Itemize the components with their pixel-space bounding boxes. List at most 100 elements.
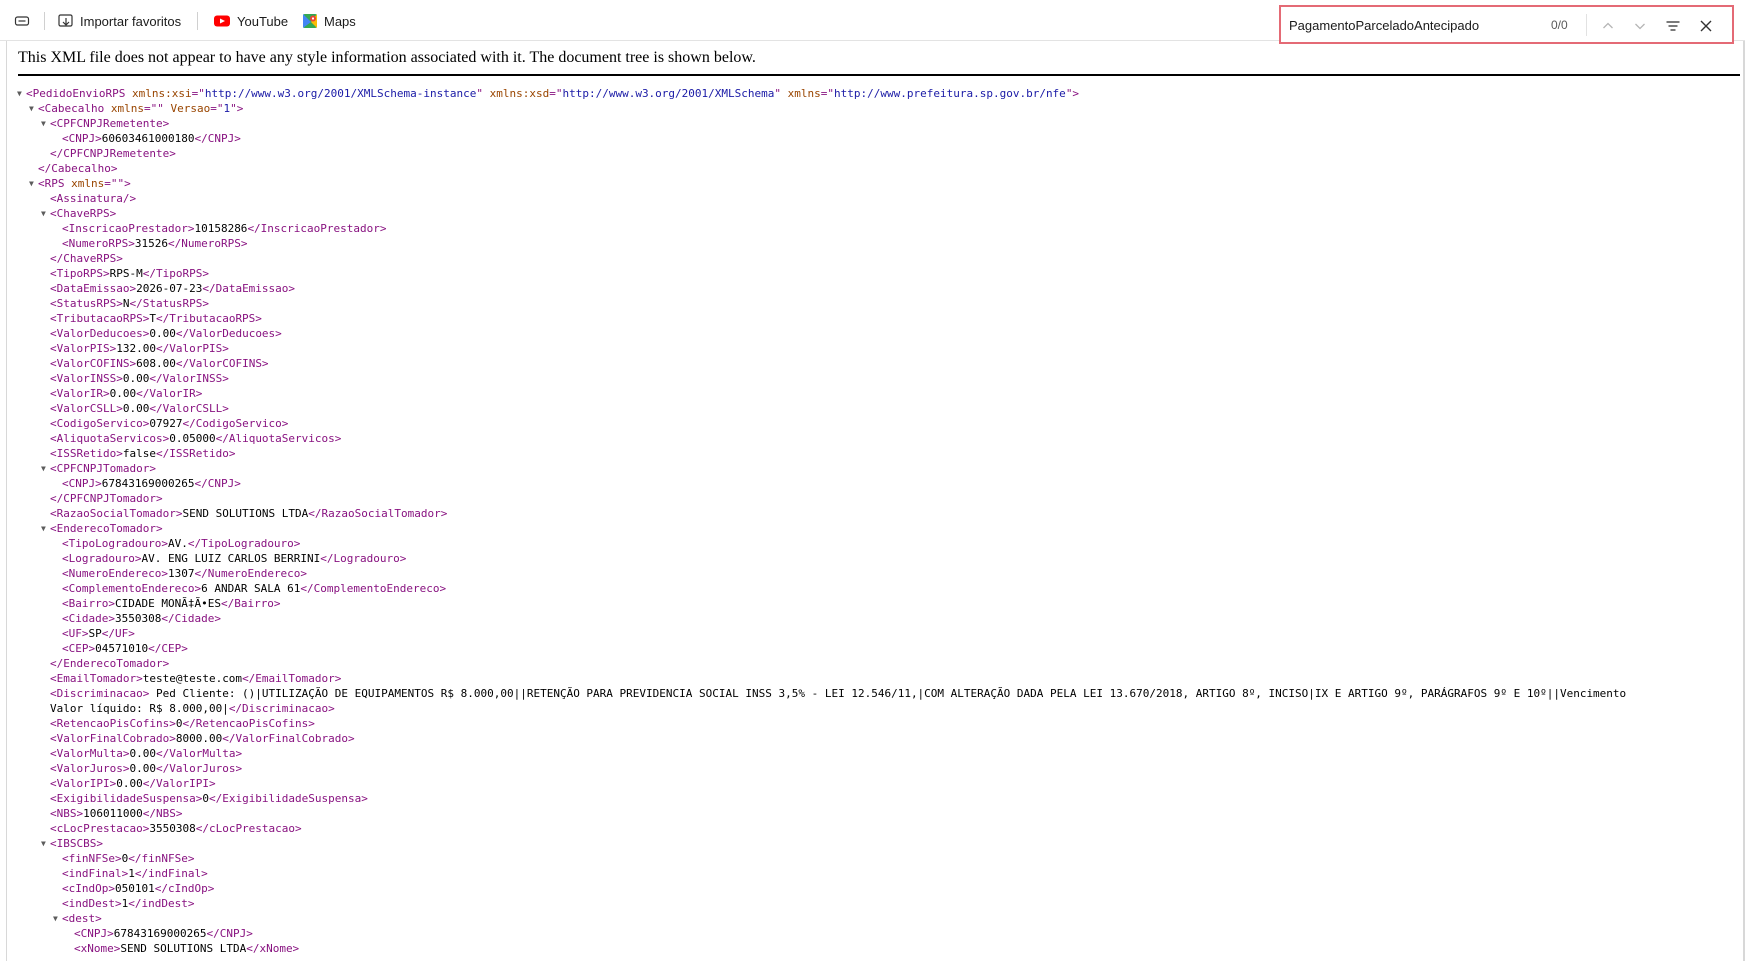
xml-line: <cIndOp>050101</cIndOp> [18,881,1743,896]
xml-tag: " [476,87,490,100]
tab-actions-button[interactable] [14,10,36,32]
xml-text: 0.05000 [169,432,216,445]
xml-tag: </CPFCNPJTomador> [50,492,163,505]
xml-text: CIDADE MONÃ‡Ã•ES [114,597,221,610]
xml-line: <ValorINSS>0.00</ValorINSS> [18,371,1743,386]
xml-tag: <PedidoEnvioRPS [26,87,132,100]
xml-line-content: <TributacaoRPS>T</TributacaoRPS> [50,311,262,326]
collapse-toggle-icon[interactable]: ▼ [41,116,50,131]
xml-tag: </StatusRPS> [129,297,209,310]
xml-viewer: This XML file does not appear to have an… [0,41,1745,961]
xml-tag: </indFinal> [134,867,208,880]
xml-line-content: <UF>SP</UF> [62,626,135,641]
xml-tree: ▼ <PedidoEnvioRPS xmlns:xsi="http://www.w… [17,86,1743,956]
xml-line: <TipoRPS>RPS-M</TipoRPS> [18,266,1743,281]
xml-line-content: <EmailTomador>teste@teste.com</EmailToma… [50,671,341,686]
xml-line-content: <CNPJ>60603461000180</CNPJ> [62,131,241,146]
import-favorites-link[interactable]: Importar favoritos [57,10,181,32]
xml-line: <Logradouro>AV. ENG LUIZ CARLOS BERRINI<… [18,551,1743,566]
xml-line-content: <dest> [62,911,102,926]
xml-line-content: <ValorJuros>0.00</ValorJuros> [50,761,242,776]
xml-attr-value: http://www.w3.org/2001/XMLSchema-instanc… [204,87,477,100]
xml-line: <ExigibilidadeSuspensa>0</ExigibilidadeS… [18,791,1743,806]
xml-tag: <InscricaoPrestador> [62,222,195,235]
xml-line-content: <PedidoEnvioRPS xmlns:xsi="http://www.w3… [26,86,1079,101]
xml-text: T [149,312,156,325]
xml-tag: <ComplementoEndereco> [62,582,202,595]
xml-tag: <CNPJ> [62,132,102,145]
xml-tag: <Logradouro> [62,552,142,565]
xml-tag: </Cabecalho> [38,162,118,175]
xml-line-content: <CNPJ>67843169000265</CNPJ> [62,476,241,491]
xml-tag: </CPFCNPJRemetente> [50,147,176,160]
chevron-up-icon [1603,22,1613,29]
xml-tag: <NumeroEndereco> [62,567,168,580]
collapse-toggle-icon[interactable]: ▼ [17,86,26,101]
xml-text: 050101 [114,882,155,895]
xml-tag: <Cidade> [62,612,115,625]
xml-text: teste@teste.com [142,672,243,685]
xml-text: AV. ENG LUIZ CARLOS BERRINI [141,552,321,565]
xml-tag: " [157,102,171,115]
xml-line-content: <RPS xmlns=""> [38,176,131,191]
find-next-button[interactable] [1628,14,1652,38]
xml-tag: </TipoRPS> [142,267,209,280]
find-separator [1586,14,1587,36]
find-input[interactable] [1289,15,1534,35]
xml-tag: <ISSRetido> [50,447,123,460]
collapse-toggle-icon[interactable]: ▼ [41,521,50,536]
xml-tag: </ValorFinalCobrado> [222,732,355,745]
xml-text: 0 [202,792,209,805]
xml-line-content: <xNome>SEND SOLUTIONS LTDA</xNome> [74,941,299,956]
xml-tag: <ExigibilidadeSuspensa> [50,792,203,805]
xml-line: <ValorMulta>0.00</ValorMulta> [18,746,1743,761]
xml-line-content: <CodigoServico>07927</CodigoServico> [50,416,288,431]
xml-line-content: </CPFCNPJTomador> [50,491,163,506]
xml-tag: </UF> [101,627,135,640]
xml-line: <UF>SP</UF> [18,626,1743,641]
collapse-toggle-icon[interactable]: ▼ [29,101,38,116]
xml-tag: </ValorJuros> [155,762,243,775]
xml-text: 0.00 [122,402,150,415]
youtube-icon [214,15,230,27]
xml-line-content: <Cidade>3550308</Cidade> [62,611,221,626]
xml-text: 0.00 [149,327,176,340]
find-options-button[interactable] [1661,14,1685,38]
xml-tag: "> [230,102,244,115]
xml-line: <InscricaoPrestador>10158286</InscricaoP… [18,221,1743,236]
xml-tag: <ValorCOFINS> [50,357,137,370]
find-close-button[interactable] [1694,14,1718,38]
collapse-toggle-icon[interactable]: ▼ [41,206,50,221]
xml-tag: <RetencaoPisCofins> [50,717,176,730]
xml-line: <ValorCOFINS>608.00</ValorCOFINS> [18,356,1743,371]
xml-line-content: <cIndOp>050101</cIndOp> [62,881,214,896]
collapse-toggle-icon[interactable]: ▼ [41,461,50,476]
xml-line: <CodigoServico>07927</CodigoServico> [18,416,1743,431]
xml-line-content: <Bairro>CIDADE MONÃ‡Ã•ES</Bairro> [62,596,281,611]
xml-tag: </RazaoSocialTomador> [308,507,448,520]
xml-line: <NBS>106011000</NBS> [18,806,1743,821]
xml-text: 67843169000265 [101,477,195,490]
youtube-label: YouTube [237,13,289,29]
xml-text: 3550308 [149,822,196,835]
xml-line-content: <IBSCBS> [50,836,103,851]
xml-tag: <ValorJuros> [50,762,130,775]
collapse-toggle-icon[interactable]: ▼ [41,836,50,851]
xml-tag: </ValorPIS> [155,342,229,355]
maps-link[interactable]: Maps [302,10,356,32]
xml-line: <Assinatura/> [18,191,1743,206]
youtube-link[interactable]: YouTube [213,10,288,32]
xml-tag: <TipoRPS> [50,267,110,280]
xml-tag: <CEP> [62,642,96,655]
xml-line: ▼ <Cabecalho xmlns="" Versao="1"> [18,101,1743,116]
find-previous-button[interactable] [1596,14,1620,38]
xml-line: <RetencaoPisCofins>0</RetencaoPisCofins> [18,716,1743,731]
xml-line-content: <CPFCNPJTomador> [50,461,156,476]
xml-line-content: Valor líquido: R$ 8.000,00|</Discriminac… [50,701,335,716]
xml-line-content: <RazaoSocialTomador>SEND SOLUTIONS LTDA<… [50,506,447,521]
xml-line: ▼ <dest> [18,911,1743,926]
xml-line-content: <EnderecoTomador> [50,521,163,536]
collapse-toggle-icon[interactable]: ▼ [29,176,38,191]
collapse-toggle-icon[interactable]: ▼ [53,911,62,926]
xml-line-content: <ValorFinalCobrado>8000.00</ValorFinalCo… [50,731,355,746]
